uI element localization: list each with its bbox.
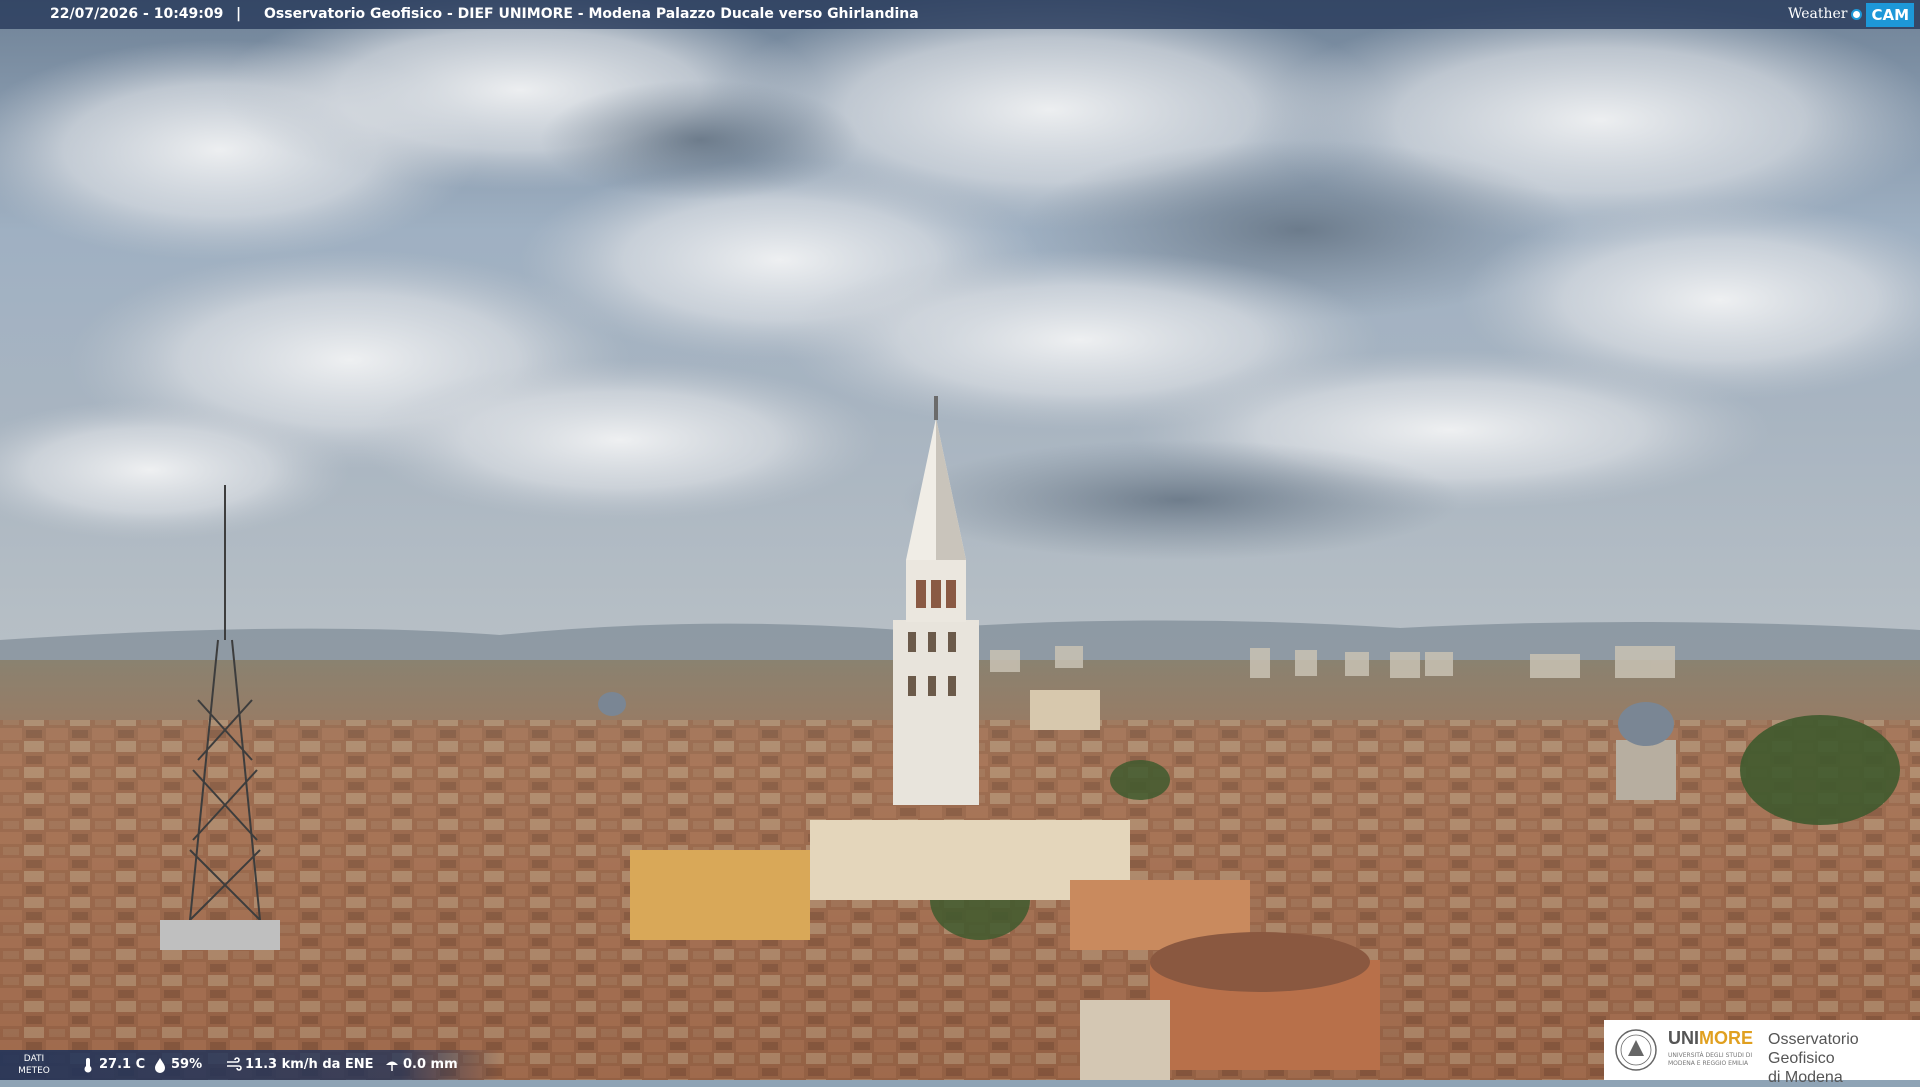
wind-icon [227,1057,242,1071]
weather-data-bar: DATI METEO 27.1 C 59% 11.3 km/h da ENE 0… [0,1050,500,1080]
weathercam-cam-text: CAM [1866,2,1914,27]
wind-value: 11.3 km/h da ENE [245,1057,374,1072]
observatory-name: Osservatorio Geofisico di Modena [1768,1030,1920,1087]
weather-label: DATI METEO [14,1053,54,1077]
weathercam-logo: Weather CAM [1788,0,1920,29]
timestamp: 22/07/2026 - 10:49:09 [50,6,224,22]
temperature-value: 27.1 C [99,1057,146,1072]
caption-bar: 22/07/2026 - 10:49:09 | Osservatorio Geo… [0,0,1920,29]
humidity-value: 59% [171,1057,203,1072]
rain-icon [386,1061,398,1071]
university-seal-icon [1615,1029,1657,1071]
weather-label-line1: DATI [23,1054,45,1064]
weather-label-line2: METEO [18,1066,50,1076]
observatory-name-line2: di Modena [1768,1069,1843,1086]
unimore-subtitle: UNIVERSITÀ DEGLI STUDI DI MODENA E REGGI… [1668,1052,1753,1067]
weathercam-weather-text: Weather [1787,6,1848,22]
wind-reading: 11.3 km/h da ENE [226,1050,374,1080]
unimore-wordmark: UNIMORE [1668,1028,1753,1049]
clouds [0,0,1920,560]
weathercam-dot-icon [1851,9,1863,20]
temperature-reading: 27.1 C [80,1050,145,1080]
thermometer-icon [84,1058,92,1073]
camera-title: Osservatorio Geofisico - DIEF UNIMORE - … [264,6,919,22]
unimore-logo-panel: UNIMORE UNIVERSITÀ DEGLI STUDI DI MODENA… [1604,1020,1920,1086]
rain-reading: 0.0 mm [384,1050,458,1080]
unimore-more: MORE [1699,1028,1753,1048]
observatory-name-line1: Osservatorio Geofisico [1768,1031,1859,1067]
rain-value: 0.0 mm [403,1057,458,1072]
unimore-uni: UNI [1668,1028,1699,1048]
humidity-icon [155,1058,165,1073]
webcam-scene [0,0,1920,1080]
separator: | [236,6,242,22]
humidity-reading: 59% [152,1050,202,1080]
